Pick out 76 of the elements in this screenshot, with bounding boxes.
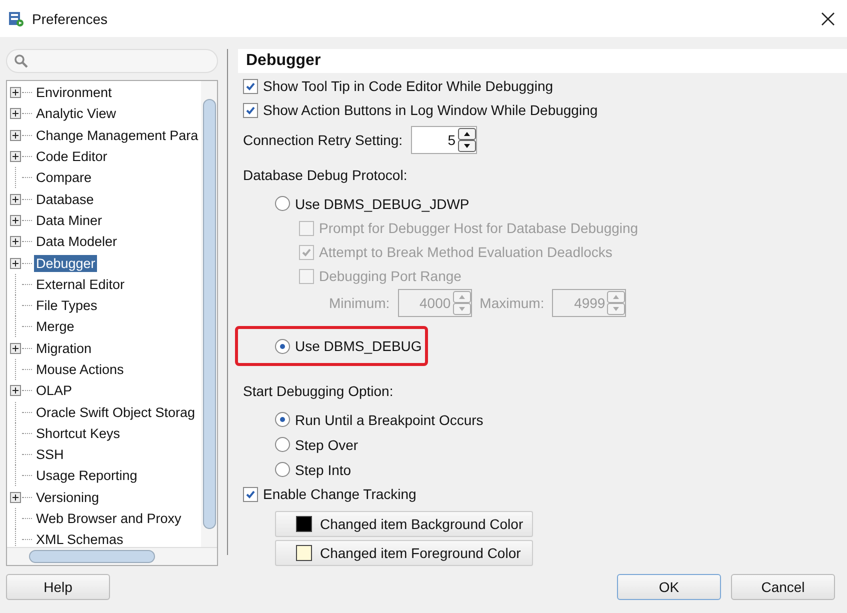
- checkbox[interactable]: [243, 102, 258, 118]
- vertical-scrollbar[interactable]: [201, 81, 217, 547]
- number-field[interactable]: 5: [410, 126, 477, 154]
- app-icon: [8, 10, 24, 26]
- tree-item[interactable]: Usage Reporting: [34, 467, 140, 484]
- dialog-button[interactable]: OK: [617, 574, 721, 600]
- close-icon[interactable]: [821, 12, 835, 26]
- panel-title: Debugger: [238, 49, 847, 73]
- checkbox-label: Debugging Port Range: [319, 268, 462, 284]
- checkbox[interactable]: [243, 486, 258, 502]
- tree-item[interactable]: Merge: [34, 318, 76, 336]
- tree-item[interactable]: Change Management Para: [34, 126, 200, 144]
- expand-icon[interactable]: [10, 258, 21, 269]
- tree-item[interactable]: XML Schemas: [34, 531, 126, 547]
- tree-item[interactable]: Data Modeler: [34, 233, 120, 250]
- color-button[interactable]: Changed item Background Color: [275, 511, 533, 537]
- check-icon: [301, 246, 312, 258]
- check-icon: [245, 80, 256, 92]
- tree-item[interactable]: SSH: [34, 446, 66, 464]
- search-field[interactable]: [6, 49, 218, 73]
- tree-item[interactable]: External Editor: [34, 276, 127, 293]
- tree-item[interactable]: Data Miner: [34, 212, 104, 229]
- radio-button[interactable]: [275, 196, 290, 211]
- checkbox-label: Attempt to Break Method Evaluation Deadlocks: [319, 244, 612, 260]
- tree-item[interactable]: Debugger: [34, 254, 98, 272]
- tree-item[interactable]: Versioning: [34, 488, 102, 506]
- tree-item[interactable]: Oracle Swift Object Storag: [34, 404, 198, 421]
- horizontal-scrollbar[interactable]: [7, 547, 217, 565]
- checkbox-label: Show Tool Tip in Code Editor While Debugging: [263, 78, 554, 94]
- tree-item[interactable]: OLAP: [34, 382, 74, 400]
- expand-icon[interactable]: [10, 108, 21, 120]
- window-title: Preferences: [32, 10, 108, 26]
- section-label: Database Debug Protocol:: [243, 166, 408, 185]
- check-icon: [245, 488, 256, 500]
- radio-button[interactable]: [275, 338, 290, 354]
- help-button[interactable]: Help: [6, 574, 110, 600]
- tree-item[interactable]: Database: [34, 190, 96, 208]
- checkbox-label: Show Action Buttons in Log Window While Debugging: [263, 102, 598, 118]
- field-label: Maximum:: [480, 295, 544, 311]
- radio-button[interactable]: [275, 412, 290, 427]
- tree-item[interactable]: File Types: [34, 297, 100, 314]
- tree-item[interactable]: Shortcut Keys: [34, 424, 122, 442]
- dialog-button[interactable]: Cancel: [731, 574, 835, 600]
- radio-label: Step Into: [295, 462, 352, 478]
- expand-icon[interactable]: [10, 151, 21, 162]
- radio-button[interactable]: [275, 437, 290, 452]
- checkbox[interactable]: [243, 78, 258, 94]
- check-icon: [245, 104, 256, 116]
- tree-item[interactable]: Environment: [34, 84, 114, 102]
- radio-label: Run Until a Breakpoint Occurs: [295, 412, 484, 428]
- checkbox-label: Enable Change Tracking: [263, 486, 416, 502]
- tree-item[interactable]: Compare: [34, 169, 94, 186]
- checkbox-label: Prompt for Debugger Host for Database Debugging: [319, 220, 638, 236]
- expand-icon[interactable]: [10, 130, 21, 141]
- radio-label: Use DBMS_DEBUG_JDWP: [295, 196, 470, 212]
- color-button[interactable]: Changed item Foreground Color: [275, 540, 533, 566]
- expand-icon[interactable]: [10, 194, 21, 205]
- expand-icon[interactable]: [10, 492, 21, 503]
- spinner-arrows-icon[interactable]: [458, 128, 476, 152]
- section-label: Start Debugging Option:: [243, 382, 394, 401]
- tree-item[interactable]: Analytic View: [34, 105, 118, 122]
- expand-icon[interactable]: [10, 236, 21, 248]
- expand-icon[interactable]: [10, 214, 21, 226]
- radio-label: Step Over: [295, 436, 358, 452]
- tree-item[interactable]: Web Browser and Proxy: [34, 510, 184, 528]
- tree-item[interactable]: Code Editor: [34, 148, 110, 166]
- field-label: Minimum:: [329, 295, 390, 311]
- radio-button[interactable]: [275, 462, 290, 477]
- expand-icon[interactable]: [10, 87, 21, 98]
- expand-icon[interactable]: [10, 385, 21, 396]
- radio-label: Use DBMS_DEBUG: [295, 338, 422, 354]
- search-icon: [14, 54, 28, 68]
- tree-item[interactable]: Migration: [34, 340, 94, 357]
- tree-item[interactable]: Mouse Actions: [34, 361, 126, 378]
- field-label: Connection Retry Setting:: [243, 132, 403, 148]
- expand-icon[interactable]: [10, 342, 21, 354]
